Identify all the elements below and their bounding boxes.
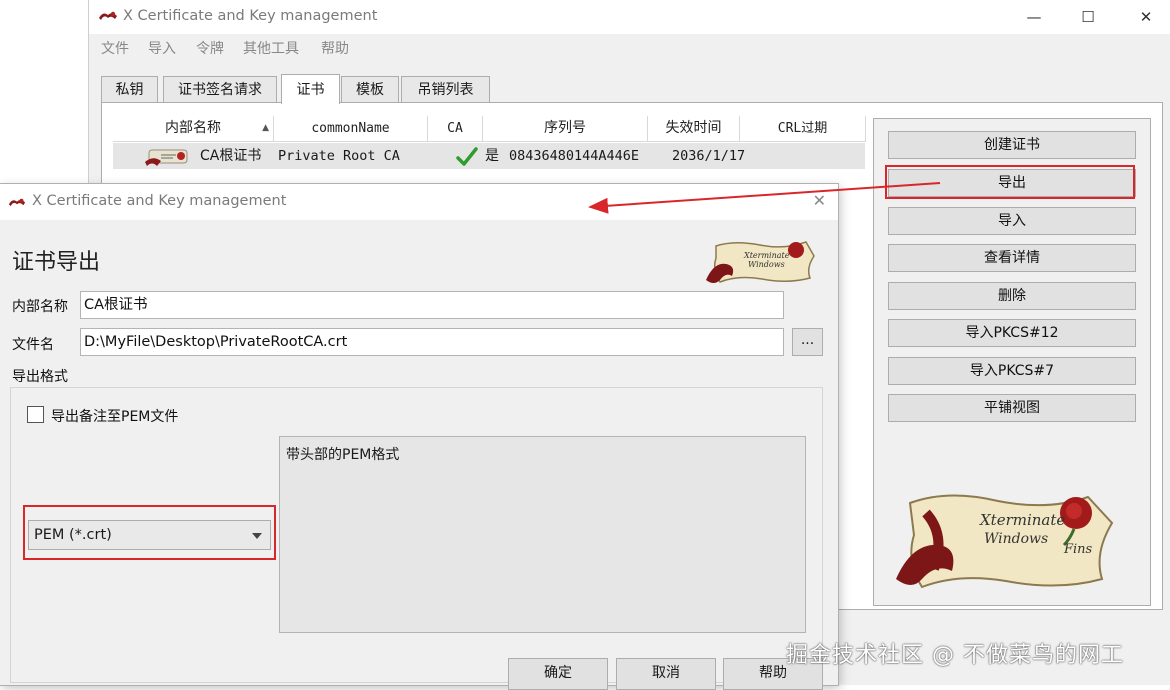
- menu-other-tools[interactable]: 其他工具: [243, 38, 299, 58]
- pem-comment-label[interactable]: 导出备注至PEM文件: [51, 406, 178, 426]
- export-dialog: X Certificate and Key management ✕ 证书导出 …: [0, 184, 838, 690]
- import-pkcs12-button[interactable]: 导入PKCS#12: [888, 319, 1136, 347]
- table-row[interactable]: CA根证书 Private Root CA 是 08436480144A446E…: [113, 143, 865, 169]
- dialog-heading: 证书导出: [12, 250, 101, 275]
- cell-serial: 08436480144A446E: [509, 148, 640, 164]
- dropdown-arrow-icon: [252, 533, 262, 539]
- filename-field[interactable]: D:\MyFile\Desktop\PrivateRootCA.crt: [80, 328, 784, 356]
- main-window-title: X Certificate and Key management: [123, 8, 378, 24]
- svg-text:Xterminate: Xterminate: [979, 511, 1065, 529]
- tab-templates[interactable]: 模板: [341, 76, 399, 102]
- cell-expiry: 2036/1/17: [672, 148, 746, 164]
- certificate-actions-panel: 创建证书 导出 导入 查看详情 删除 导入PKCS#12 导入PKCS#7 平铺…: [873, 118, 1151, 606]
- column-header-internal-name[interactable]: 内部名称 ▲: [113, 116, 274, 142]
- tab-certificates[interactable]: 证书: [281, 74, 340, 104]
- tab-private-keys[interactable]: 私钥: [101, 76, 158, 102]
- plain-view-button[interactable]: 平铺视图: [888, 394, 1136, 422]
- import-button[interactable]: 导入: [888, 207, 1136, 235]
- cancel-button[interactable]: 取消: [616, 658, 716, 690]
- export-format-value: PEM (*.crt): [34, 527, 112, 543]
- certificate-icon: [145, 149, 188, 166]
- cell-internal-name: CA根证书: [200, 148, 262, 164]
- watermark: 掘金技术社区 @ 不做菜鸟的网工: [786, 643, 1124, 668]
- menu-import[interactable]: 导入: [148, 38, 176, 58]
- menu-help[interactable]: 帮助: [321, 38, 349, 58]
- minimize-button[interactable]: —: [1021, 6, 1047, 28]
- export-format-label: 导出格式: [12, 369, 68, 385]
- svg-text:Fins: Fins: [1063, 542, 1093, 557]
- column-header-common-name[interactable]: commonName: [274, 116, 428, 142]
- internal-name-label: 内部名称: [12, 299, 68, 315]
- delete-button[interactable]: 删除: [888, 282, 1136, 310]
- browse-button[interactable]: ...: [792, 328, 823, 356]
- ok-button[interactable]: 确定: [508, 658, 608, 690]
- menu-file[interactable]: 文件: [101, 38, 129, 58]
- close-button[interactable]: ✕: [1133, 6, 1159, 28]
- create-certificate-button[interactable]: 创建证书: [888, 131, 1136, 159]
- column-label-internal-name: 内部名称: [165, 120, 221, 136]
- dialog-titlebar: X Certificate and Key management ✕: [0, 184, 838, 220]
- filename-label: 文件名: [12, 337, 54, 353]
- tab-csr[interactable]: 证书签名请求: [163, 76, 277, 102]
- svg-text:Windows: Windows: [748, 260, 785, 269]
- xca-scroll-mascot-icon: Xterminate Windows Fins: [896, 494, 1114, 589]
- table-header: 内部名称 ▲ commonName CA 序列号 失效时间 CRL过期: [113, 116, 866, 142]
- app-logo-icon: [8, 198, 26, 207]
- internal-name-field[interactable]: CA根证书: [80, 291, 784, 319]
- dialog-title: X Certificate and Key management: [32, 193, 287, 209]
- column-header-crl-expiry[interactable]: CRL过期: [740, 116, 866, 142]
- sort-ascending-icon: ▲: [262, 123, 269, 133]
- cell-common-name: Private Root CA: [278, 148, 400, 164]
- main-titlebar: X Certificate and Key management — ☐ ✕: [89, 0, 1170, 34]
- cell-ca: 是: [485, 148, 499, 164]
- xca-scroll-mascot-icon: Xterminate Windows: [706, 241, 815, 283]
- format-description-text: 带头部的PEM格式: [286, 447, 400, 463]
- export-format-select[interactable]: PEM (*.crt): [28, 520, 271, 550]
- svg-text:Xterminate: Xterminate: [743, 251, 790, 260]
- pem-comment-checkbox[interactable]: [27, 406, 44, 423]
- app-logo-icon: [99, 11, 117, 20]
- column-header-serial[interactable]: 序列号: [483, 116, 648, 142]
- maximize-button[interactable]: ☐: [1075, 6, 1101, 28]
- format-description-box: 带头部的PEM格式: [279, 436, 806, 633]
- menu-token[interactable]: 令牌: [196, 38, 224, 58]
- column-header-ca[interactable]: CA: [428, 116, 483, 142]
- dialog-close-button[interactable]: ✕: [813, 191, 826, 210]
- export-button[interactable]: 导出: [888, 169, 1136, 197]
- show-details-button[interactable]: 查看详情: [888, 244, 1136, 272]
- check-icon: [456, 147, 478, 166]
- column-header-expiry[interactable]: 失效时间: [648, 116, 740, 142]
- svg-text:Windows: Windows: [984, 531, 1048, 547]
- tab-revocation-lists[interactable]: 吊销列表: [401, 76, 490, 102]
- menubar: 文件 导入 令牌 其他工具 帮助: [89, 36, 1170, 60]
- import-pkcs7-button[interactable]: 导入PKCS#7: [888, 357, 1136, 385]
